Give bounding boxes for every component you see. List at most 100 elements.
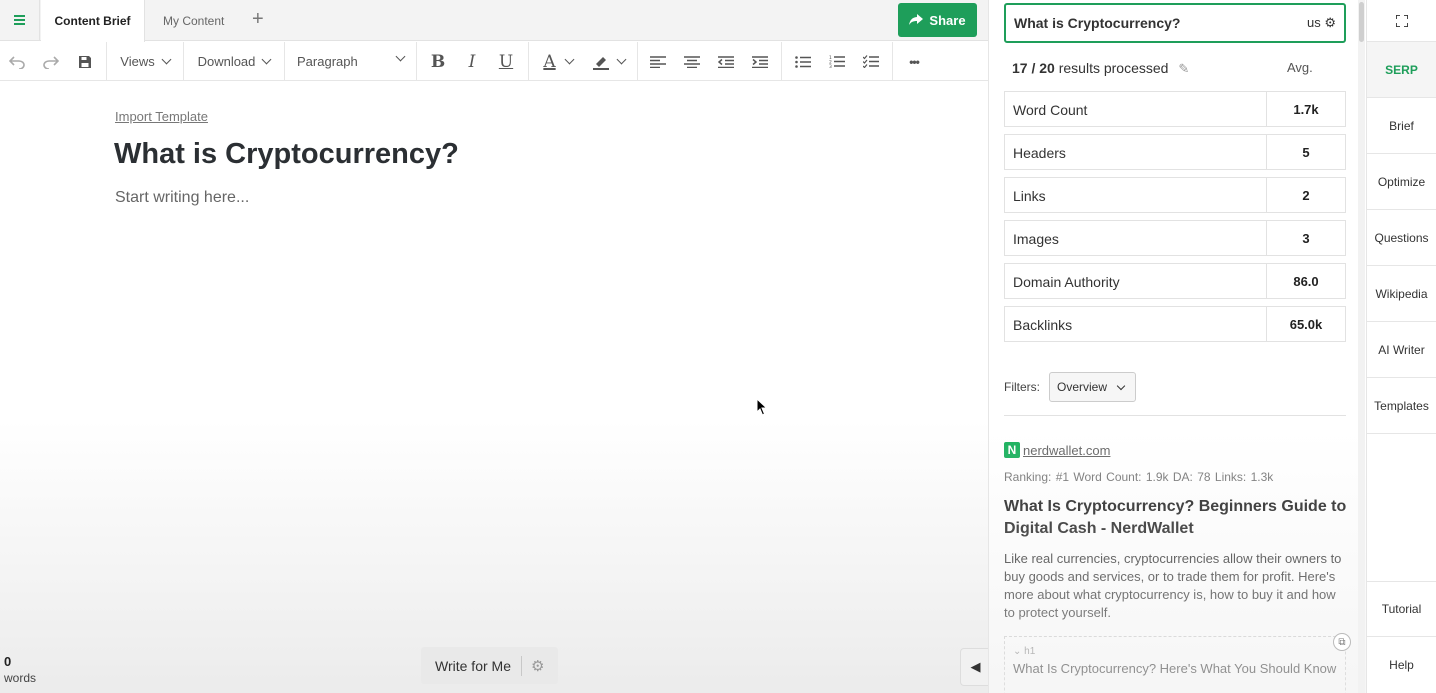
highlighter-icon <box>592 56 609 70</box>
nav-label: AI Writer <box>1378 342 1425 357</box>
download-label: Download <box>197 54 256 69</box>
metric-row-headers: Headers 5 <box>1004 134 1346 170</box>
nav-questions[interactable]: Questions <box>1367 210 1436 266</box>
metric-name: Word Count <box>1013 102 1088 118</box>
nerdwallet-logo-icon: N <box>1004 442 1020 458</box>
nav-tutorial[interactable]: Tutorial <box>1367 581 1436 637</box>
share-label: Share <box>929 12 966 28</box>
result-domain-link[interactable]: nerdwallet.com <box>1023 443 1110 458</box>
share-button[interactable]: Share <box>898 3 977 37</box>
metric-value: 65.0k <box>1266 307 1345 341</box>
bold-button[interactable]: B <box>425 42 451 81</box>
checklist-icon[interactable] <box>858 42 884 81</box>
result-stats: Ranking: #1 Word Count: 1.9k DA: 78 Link… <box>1004 470 1274 484</box>
metric-name: Links <box>1013 188 1046 204</box>
chevron-down-icon <box>395 51 406 62</box>
nav-serp[interactable]: SERP <box>1367 42 1436 98</box>
document-title[interactable]: What is Cryptocurrency? <box>114 138 459 171</box>
indent-icon[interactable] <box>747 42 773 81</box>
views-dropdown[interactable]: Views <box>107 42 183 81</box>
share-icon <box>909 14 924 25</box>
processed-count: 17 / 20 <box>1012 60 1055 76</box>
nav-label: Templates <box>1374 398 1429 413</box>
nav-wikipedia[interactable]: Wikipedia <box>1367 266 1436 322</box>
mouse-cursor-icon <box>756 397 768 421</box>
write-for-me-button[interactable]: Write for Me ⚙ <box>421 647 558 684</box>
paragraph-label: Paragraph <box>297 54 358 69</box>
result-description: Like real currencies, cryptocurrencies a… <box>1004 551 1342 620</box>
nav-help[interactable]: Help <box>1367 637 1436 693</box>
metric-name: Domain Authority <box>1013 274 1120 290</box>
text-color-button[interactable]: A <box>536 42 580 81</box>
editor-pane: Content Brief My Content + Share Views D… <box>0 0 988 693</box>
chevron-down-icon <box>616 54 626 65</box>
metric-name: Headers <box>1013 145 1066 161</box>
redo-icon[interactable] <box>38 42 64 81</box>
chevron-down-icon <box>564 54 575 65</box>
result-heading-block: h1 What Is Cryptocurrency? Here's What Y… <box>1004 636 1346 693</box>
pencil-icon[interactable]: ✎ <box>1178 61 1189 76</box>
result-title[interactable]: What Is Cryptocurrency? Beginners Guide … <box>1004 496 1349 540</box>
outdent-icon[interactable] <box>713 42 739 81</box>
collapse-panel-button[interactable]: ◀ <box>960 648 988 686</box>
chevron-down-icon <box>1116 381 1126 391</box>
highlight-button[interactable] <box>586 42 630 81</box>
gear-icon[interactable]: ⚙ <box>531 657 544 675</box>
save-icon[interactable] <box>72 42 98 81</box>
metric-value: 1.7k <box>1266 92 1345 126</box>
metric-value: 86.0 <box>1266 264 1345 298</box>
align-left-icon[interactable] <box>645 42 671 81</box>
nav-brief[interactable]: Brief <box>1367 98 1436 154</box>
filters-select[interactable]: Overview <box>1049 372 1136 402</box>
metric-value: 5 <box>1266 135 1345 169</box>
nav-optimize[interactable]: Optimize <box>1367 154 1436 210</box>
editor-body-placeholder[interactable]: Start writing here... <box>115 189 249 207</box>
location-label: us <box>1306 15 1321 30</box>
italic-button[interactable]: I <box>459 42 485 81</box>
align-center-icon[interactable] <box>679 42 705 81</box>
copy-icon[interactable]: ⧉ <box>1333 633 1351 651</box>
word-count-label: words <box>4 671 37 685</box>
metric-value: 3 <box>1266 221 1345 255</box>
nav-label: Help <box>1389 658 1414 672</box>
heading-tag[interactable]: h1 <box>1013 646 1337 657</box>
numbered-list-icon[interactable]: 123 <box>824 42 850 81</box>
metric-value: 2 <box>1266 178 1345 212</box>
nav-label: Optimize <box>1377 174 1426 189</box>
tab-content-brief[interactable]: Content Brief <box>41 0 145 42</box>
nav-label: Wikipedia <box>1375 286 1428 301</box>
tab-my-content[interactable]: My Content <box>163 0 224 41</box>
average-column-header: Avg. <box>1287 60 1313 75</box>
add-tab-button[interactable]: + <box>252 8 264 30</box>
svg-text:3: 3 <box>829 64 832 68</box>
chevron-down-icon <box>261 54 272 65</box>
fullscreen-icon[interactable] <box>1367 0 1436 42</box>
metric-name: Backlinks <box>1013 317 1073 333</box>
more-options-icon[interactable]: ••• <box>900 42 928 81</box>
undo-icon[interactable] <box>4 42 30 81</box>
nav-label: Tutorial <box>1381 602 1422 616</box>
gear-icon: ⚙ <box>1324 15 1336 30</box>
nav-templates[interactable]: Templates <box>1367 378 1436 434</box>
paragraph-style-dropdown[interactable]: Paragraph <box>285 42 416 81</box>
nav-ai-writer[interactable]: AI Writer <box>1367 322 1436 378</box>
text-color-icon: A <box>543 51 556 72</box>
editor-toolbar: Views Download Paragraph B I U A 1 2 3 •… <box>0 42 988 81</box>
word-count-value: 0 <box>4 654 12 669</box>
nav-label: Brief <box>1389 118 1414 133</box>
write-for-me-label: Write for Me <box>435 657 511 674</box>
underline-button[interactable]: U <box>493 42 519 81</box>
download-dropdown[interactable]: Download <box>184 42 284 81</box>
filters-value: Overview <box>1057 380 1108 394</box>
location-setting[interactable]: us ⚙ <box>1307 15 1336 31</box>
menu-icon[interactable] <box>0 0 40 40</box>
keyword-input[interactable]: What is Cryptocurrency? us ⚙ <box>1004 3 1346 43</box>
metric-row-links: Links 2 <box>1004 177 1346 213</box>
panel-scrollbar[interactable] <box>1358 0 1365 693</box>
metric-row-images: Images 3 <box>1004 220 1346 256</box>
tab-bar: Content Brief My Content + Share <box>0 0 988 42</box>
views-label: Views <box>120 54 155 69</box>
import-template-link[interactable]: Import Template <box>115 109 208 124</box>
nav-label: Questions <box>1374 230 1429 245</box>
bullet-list-icon[interactable] <box>790 42 816 81</box>
